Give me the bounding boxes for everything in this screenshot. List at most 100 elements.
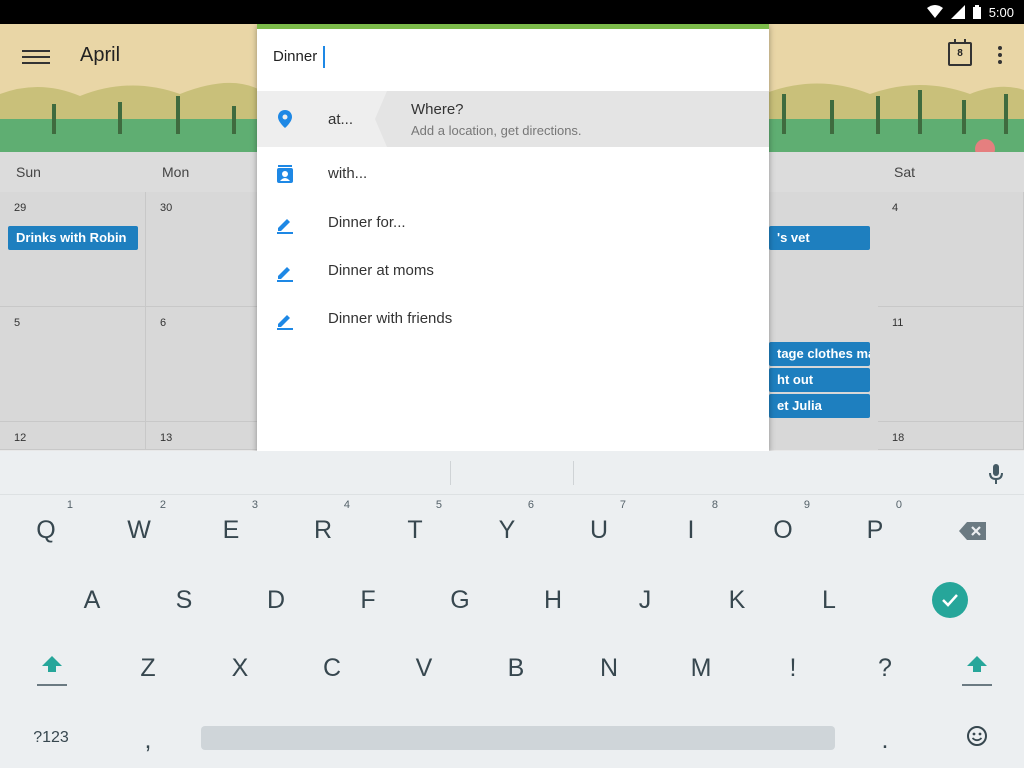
suggestion-label: at... (328, 111, 354, 128)
key-exclamation[interactable]: ! (758, 638, 828, 698)
key-o[interactable]: O9 (748, 499, 818, 560)
month-title: April (80, 44, 121, 66)
key-k[interactable]: K (702, 570, 772, 630)
symbols-key[interactable]: ?123 (16, 708, 86, 768)
key-j[interactable]: J (610, 570, 680, 630)
text-cursor (323, 46, 326, 68)
pencil-icon (277, 267, 293, 282)
key-l[interactable]: L (794, 570, 864, 630)
key-v[interactable]: V (389, 638, 459, 698)
day-number: 11 (892, 317, 904, 329)
menu-button[interactable] (22, 46, 50, 66)
calendar-event[interactable]: Drinks with Robin (8, 226, 138, 250)
key-label: P (866, 516, 884, 544)
suggestion-dinner-at-moms[interactable]: Dinner at moms (257, 248, 769, 296)
today-button[interactable]: 8 (948, 39, 972, 66)
key-w[interactable]: W2 (104, 499, 174, 560)
overflow-menu-icon[interactable] (994, 44, 1006, 66)
accent-bar (257, 24, 769, 29)
key-y[interactable]: Y6 (472, 499, 542, 560)
key-hint: 3 (251, 499, 258, 511)
key-label: O (773, 516, 793, 544)
key-m[interactable]: M (666, 638, 736, 698)
calendar-event[interactable]: tage clothes ma (769, 342, 870, 366)
calendar-event[interactable]: et Julia (769, 394, 870, 418)
suggestion-location[interactable]: at... Where? Add a location, get directi… (257, 91, 769, 147)
day-cell[interactable]: 5 (0, 307, 146, 422)
key-label: Y (498, 516, 516, 544)
key-h[interactable]: H (518, 570, 588, 630)
suggestion-with[interactable]: with... (257, 151, 769, 199)
key-period[interactable]: . (850, 710, 920, 768)
key-t[interactable]: T5 (380, 499, 450, 560)
key-g[interactable]: G (425, 570, 495, 630)
key-s[interactable]: S (149, 570, 219, 630)
key-hint: 4 (343, 499, 350, 511)
key-n[interactable]: N (574, 638, 644, 698)
key-hint: 5 (435, 499, 442, 511)
event-suggestion-panel: Dinner at... Where? Add a location, get … (257, 24, 769, 451)
key-label: T (407, 516, 423, 544)
signal-icon (950, 5, 965, 19)
day-number: 6 (160, 317, 167, 329)
shift-right-button[interactable] (957, 650, 997, 690)
key-hint: 1 (66, 499, 73, 511)
day-number: 29 (14, 202, 27, 214)
key-e[interactable]: E3 (196, 499, 266, 560)
key-hint: 8 (711, 499, 718, 511)
key-hint: 9 (803, 499, 810, 511)
day-cell[interactable]: 11 (878, 307, 1024, 422)
day-cell[interactable]: 18 (878, 422, 1024, 450)
key-label: U (589, 516, 609, 544)
key-hint: 7 (619, 499, 626, 511)
key-label: E (222, 516, 240, 544)
suggestion-dinner-with-friends[interactable]: Dinner with friends (257, 296, 769, 344)
key-comma[interactable]: , (113, 710, 183, 768)
event-title-input[interactable]: Dinner (273, 46, 326, 68)
key-hint: 0 (895, 499, 902, 511)
suggestion-label: Dinner with friends (328, 310, 453, 327)
key-b[interactable]: B (481, 638, 551, 698)
suggestion-label: Dinner at moms (328, 262, 434, 279)
location-hint-title: Where? (411, 101, 464, 118)
key-a[interactable]: A (57, 570, 127, 630)
day-number: 4 (892, 202, 899, 214)
status-bar: 5:00 (0, 0, 1024, 24)
key-z[interactable]: Z (113, 638, 183, 698)
key-p[interactable]: P0 (840, 499, 910, 560)
microphone-icon[interactable] (986, 462, 1006, 486)
calendar-event[interactable]: ht out (769, 368, 870, 392)
suggestion-dinner-for[interactable]: Dinner for... (257, 200, 769, 248)
checkmark-icon (942, 594, 958, 607)
key-f[interactable]: F (333, 570, 403, 630)
day-number: 18 (892, 432, 905, 444)
weekday-mon: Mon (162, 164, 190, 180)
key-c[interactable]: C (297, 638, 367, 698)
key-i[interactable]: I8 (656, 499, 726, 560)
pencil-icon (277, 219, 293, 234)
day-cell[interactable]: 4 (878, 192, 1024, 307)
spacebar[interactable] (201, 726, 835, 750)
key-d[interactable]: D (241, 570, 311, 630)
key-q[interactable]: Q1 (11, 499, 81, 560)
calendar-event[interactable]: 's vet (769, 226, 870, 250)
shift-left-button[interactable] (32, 650, 72, 690)
location-hint-subtitle: Add a location, get directions. (411, 123, 582, 138)
location-hint-panel[interactable]: Where? Add a location, get directions. (375, 91, 769, 147)
day-cell[interactable]: 12 (0, 422, 146, 450)
key-u[interactable]: U7 (564, 499, 634, 560)
keyboard: Q1 W2 E3 R4 T5 Y6 U7 I8 O9 P0 A S D F G … (0, 495, 1024, 768)
strip-divider (573, 461, 574, 485)
backspace-icon[interactable] (958, 519, 988, 543)
enter-button[interactable] (932, 582, 968, 618)
contact-icon (277, 165, 293, 183)
emoji-icon[interactable] (966, 725, 988, 747)
key-question[interactable]: ? (850, 638, 920, 698)
key-label: I (687, 516, 695, 544)
key-x[interactable]: X (205, 638, 275, 698)
key-r[interactable]: R4 (288, 499, 358, 560)
strip-divider (450, 461, 451, 485)
key-label: Q (36, 516, 56, 544)
battery-icon (972, 5, 981, 19)
keyboard-suggestion-strip (0, 451, 1024, 495)
